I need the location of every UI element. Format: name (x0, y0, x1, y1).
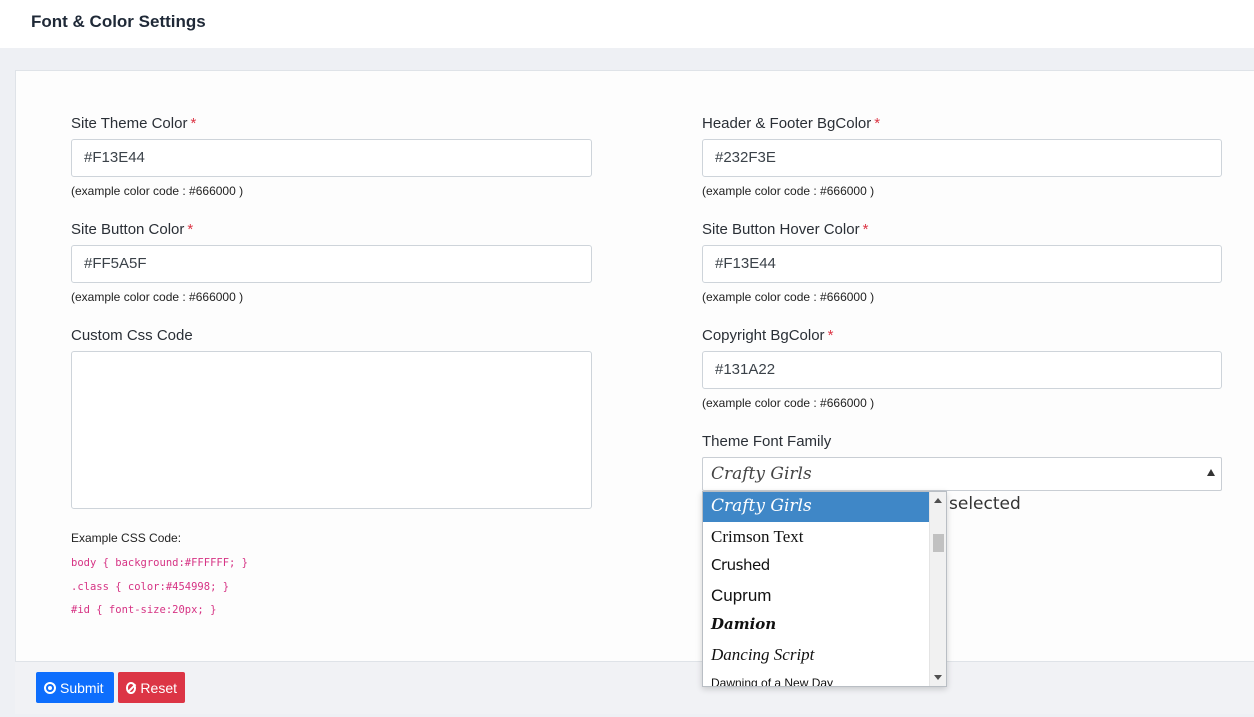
font-family-dropdown[interactable]: Crafty Girls Crimson Text Crushed Cuprum… (702, 491, 947, 687)
header-footer-bgcolor-input[interactable]: #232F3E (702, 139, 1222, 177)
site-button-color-input[interactable]: #FF5A5F (71, 245, 592, 283)
submit-button[interactable]: Submit (36, 672, 114, 703)
scroll-down-icon[interactable] (934, 675, 942, 680)
selected-status-text: selected (949, 494, 1021, 514)
font-option-crimson-text[interactable]: Crimson Text (703, 522, 931, 552)
submit-button-label: Submit (60, 679, 104, 696)
custom-css-code-label: Custom Css Code (71, 327, 193, 344)
scroll-up-icon[interactable] (934, 498, 942, 503)
dot-circle-icon (44, 681, 56, 694)
reset-button[interactable]: Reset (118, 672, 185, 703)
theme-font-family-label: Theme Font Family (702, 433, 832, 450)
site-theme-color-hint: (example color code : #666000 ) (71, 184, 244, 198)
font-option-crushed[interactable]: Crushed (703, 551, 931, 581)
site-button-hover-color-hint: (example color code : #666000 ) (702, 290, 875, 304)
example-css-line: #id { font-size:20px; } (71, 604, 217, 616)
page-header: Font & Color Settings (0, 0, 1254, 48)
site-button-hover-color-label: Site Button Hover Color * (702, 221, 869, 238)
example-css-line: .class { color:#454998; } (71, 581, 230, 593)
example-css-title: Example CSS Code: (71, 531, 182, 545)
header-footer-bgcolor-label: Header & Footer BgColor * (702, 115, 881, 132)
site-theme-color-input[interactable]: #F13E44 (71, 139, 592, 177)
caret-up-icon (1207, 469, 1215, 476)
select-value: Crafty Girls (711, 464, 812, 484)
font-option-list: Crafty Girls Crimson Text Crushed Cuprum… (703, 492, 931, 686)
theme-font-family-select[interactable]: Crafty Girls (702, 457, 1222, 491)
scroll-thumb[interactable] (933, 534, 944, 552)
site-theme-color-label: Site Theme Color * (71, 115, 197, 132)
header-footer-bgcolor-hint: (example color code : #666000 ) (702, 184, 875, 198)
card-footer (15, 661, 1254, 714)
example-css-line: body { background:#FFFFFF; } (71, 557, 249, 569)
font-option-damion[interactable]: Damion (703, 610, 931, 640)
font-option-dancing-script[interactable]: Dancing Script (703, 640, 931, 670)
site-button-color-label: Site Button Color * (71, 221, 194, 238)
font-option-cuprum[interactable]: Cuprum (703, 581, 931, 611)
font-option-crafty-girls[interactable]: Crafty Girls (703, 492, 931, 522)
font-option-partial[interactable]: Dawning of a New Day (703, 669, 931, 686)
copyright-bgcolor-label: Copyright BgColor * (702, 327, 834, 344)
dropdown-scrollbar[interactable] (929, 492, 946, 686)
ban-icon (126, 681, 137, 694)
custom-css-code-textarea[interactable] (71, 351, 592, 509)
page-title: Font & Color Settings (31, 12, 206, 31)
site-button-hover-color-input[interactable]: #F13E44 (702, 245, 1222, 283)
copyright-bgcolor-hint: (example color code : #666000 ) (702, 396, 875, 410)
site-button-color-hint: (example color code : #666000 ) (71, 290, 244, 304)
reset-button-label: Reset (140, 679, 177, 696)
copyright-bgcolor-input[interactable]: #131A22 (702, 351, 1222, 389)
